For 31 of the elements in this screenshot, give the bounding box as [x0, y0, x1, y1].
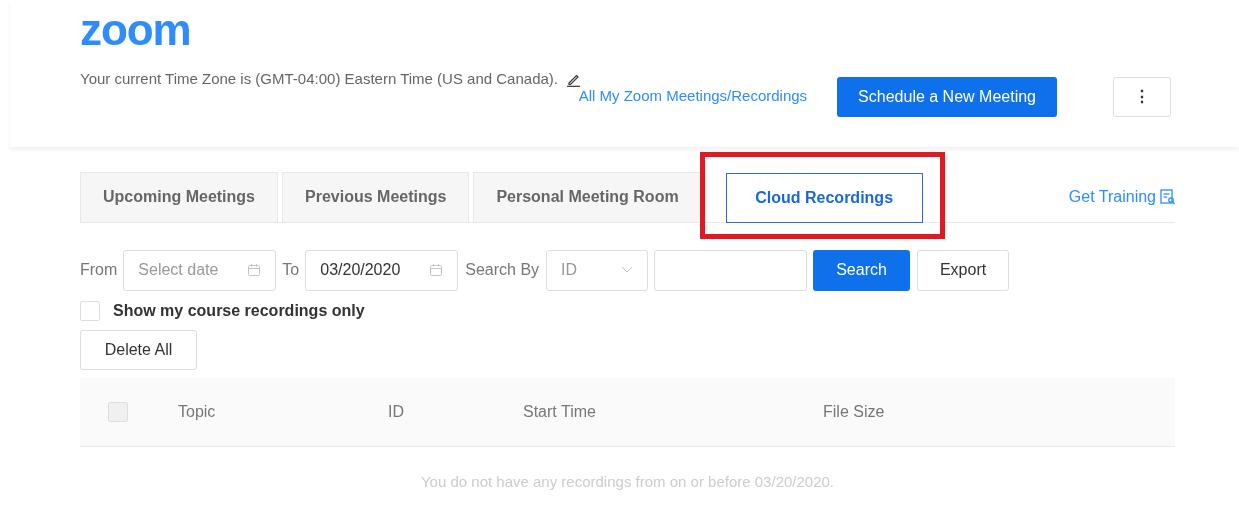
- to-label: To: [282, 260, 300, 280]
- column-header: Topic: [178, 402, 216, 420]
- column-header: File Size: [823, 402, 885, 420]
- document-icon: [1160, 188, 1175, 205]
- schedule-meeting-button[interactable]: Schedule a New Meeting: [837, 76, 1057, 117]
- to-date-field[interactable]: 03/20/2020: [305, 249, 459, 291]
- calendar-icon: [247, 263, 262, 277]
- more-button[interactable]: ⋮: [1113, 76, 1171, 117]
- chevron-down-icon: [621, 266, 634, 274]
- select-all-checkbox[interactable]: [108, 401, 128, 422]
- tab[interactable]: Cloud Recordings: [725, 172, 923, 223]
- search-button[interactable]: Search: [813, 249, 911, 291]
- from-label: From: [80, 260, 118, 280]
- column-header: ID: [388, 402, 404, 420]
- checkbox[interactable]: [80, 300, 100, 321]
- search-by-dropdown[interactable]: ID: [546, 249, 649, 291]
- from-date-field[interactable]: Select date: [123, 249, 277, 291]
- tab[interactable]: Personal Meeting Room: [473, 171, 702, 222]
- all-meetings-link[interactable]: All My Zoom Meetings/Recordings: [578, 85, 808, 108]
- zoom-logo[interactable]: zoom: [80, 10, 191, 50]
- column-header: Start Time: [523, 402, 596, 420]
- course-recordings-label[interactable]: Show my course recordings only: [113, 298, 365, 323]
- delete-all-button[interactable]: Delete All: [80, 329, 197, 370]
- tab[interactable]: Upcoming Meetings: [80, 171, 278, 222]
- export-button[interactable]: Export: [917, 249, 1010, 291]
- get-training-link[interactable]: Get Training: [1068, 171, 1175, 222]
- search-input[interactable]: [654, 249, 808, 291]
- timezone-text: Your current Time Zone is (GMT-04:00) Eastern Time (US and Canada).: [80, 69, 558, 89]
- tab[interactable]: Previous Meetings: [282, 171, 470, 222]
- search-by-label: Search By: [465, 260, 540, 280]
- calendar-icon: [429, 263, 444, 277]
